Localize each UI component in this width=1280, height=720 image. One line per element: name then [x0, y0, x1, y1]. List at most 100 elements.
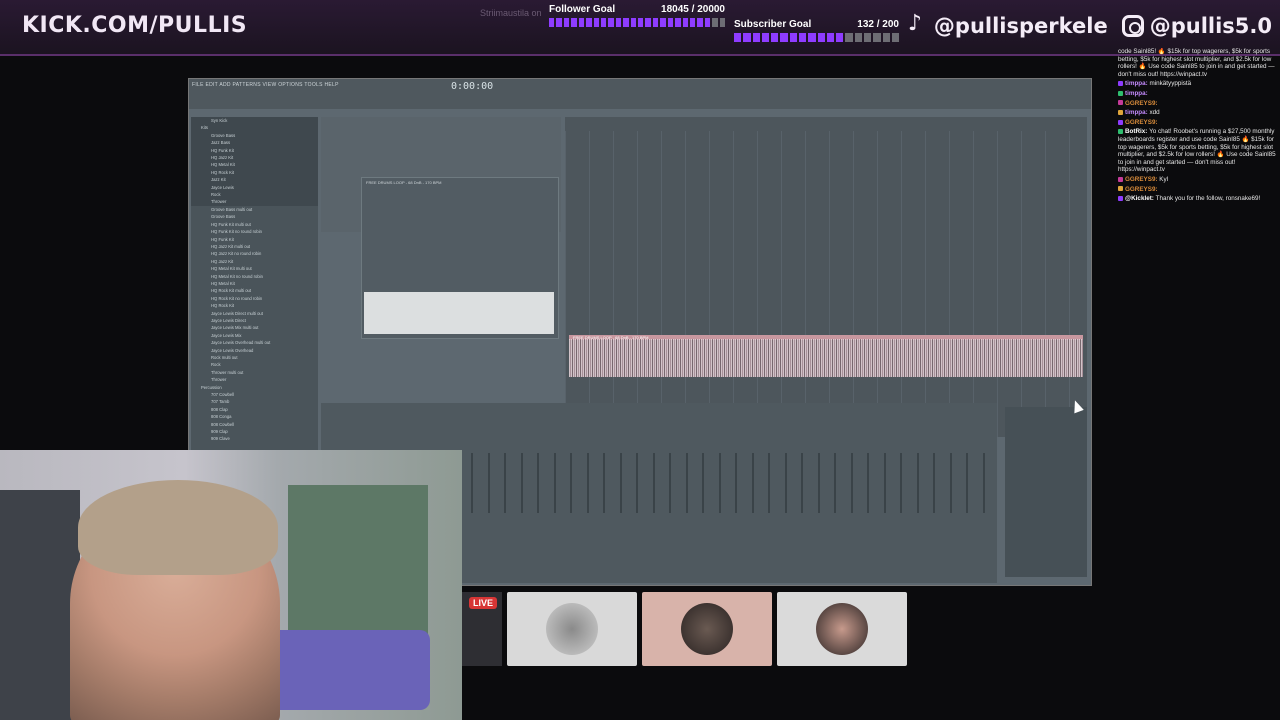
chat-username[interactable]: timppa:	[1125, 90, 1148, 97]
browser-item[interactable]: HQ Metal Kit	[191, 280, 318, 287]
browser-item[interactable]: Thrower multi out	[191, 369, 318, 376]
mixer-channel-strip[interactable]	[553, 453, 556, 513]
daw-browser[interactable]: Syn Kick Kits Groove Bass Jazz Bass HQ Funk …	[191, 117, 318, 489]
browser-item[interactable]: HQ Rock Kit	[191, 168, 318, 177]
mixer-channel-strip[interactable]	[570, 453, 572, 513]
mixer-channel-strip[interactable]	[867, 453, 869, 513]
browser-item[interactable]: Rock	[191, 361, 318, 368]
browser-item[interactable]: Thrower	[191, 376, 318, 383]
mixer-channel-strip[interactable]	[784, 453, 787, 513]
daw-menu-bar[interactable]: FILE EDIT ADD PATTERNS VIEW OPTIONS TOOL…	[192, 82, 339, 88]
mixer-channel-strip[interactable]	[669, 453, 671, 513]
mixer-channel-strip[interactable]	[949, 453, 952, 513]
mixer-channel-strip[interactable]	[751, 453, 754, 513]
browser-item[interactable]: HQ Jazz Kit multi out	[191, 243, 318, 250]
mixer-channel-strip[interactable]	[586, 453, 589, 513]
goal-bar-segment	[615, 18, 622, 27]
browser-item[interactable]: HQ Funk Kit no round robin	[191, 228, 318, 235]
chat-message: GGREYS9: Kyl	[1118, 176, 1276, 184]
browser-item[interactable]: 909 Clave	[191, 435, 318, 442]
mixer-channel-strip[interactable]	[850, 453, 853, 513]
browser-item[interactable]: HQ Metal Kit no round robin	[191, 273, 318, 280]
browser-item[interactable]: HQ Rock Kit no round robin	[191, 295, 318, 302]
daw-toolbar[interactable]: FILE EDIT ADD PATTERNS VIEW OPTIONS TOOL…	[189, 79, 1091, 109]
chat-username[interactable]: GGREYS9:	[1125, 186, 1158, 193]
browser-item[interactable]: Jayce Lewis Overhead multi out	[191, 339, 318, 346]
chat-panel: code Sainl85! 🔥 $15k for top wagerers, $…	[1114, 48, 1280, 278]
browser-item[interactable]: Rock	[191, 191, 318, 199]
browser-item[interactable]: HQ Rock Kit	[191, 302, 318, 309]
mixer-channel-strip[interactable]	[636, 453, 638, 513]
mixer-channel-strip[interactable]	[652, 453, 655, 513]
browser-item[interactable]: HQ Metal Kit multi out	[191, 265, 318, 272]
mixer-channel-strip[interactable]	[537, 453, 539, 513]
mixer-channel-strip[interactable]	[487, 453, 490, 513]
chat-username[interactable]: GGREYS9:	[1125, 119, 1158, 126]
mixer-channel-strip[interactable]	[801, 453, 803, 513]
mixer-channel-strip[interactable]	[735, 453, 737, 513]
mixer-channel-strip[interactable]	[982, 453, 985, 513]
browser-item[interactable]: 808 Cowbell	[191, 421, 318, 428]
chat-username[interactable]: GGREYS9:	[1125, 100, 1158, 107]
playlist-audio-clip[interactable]	[569, 339, 1083, 377]
mixer-channel-strip[interactable]	[900, 453, 902, 513]
chat-username[interactable]: timppa:	[1125, 80, 1150, 87]
browser-item[interactable]: HQ Funk Kit multi out	[191, 221, 318, 228]
browser-item[interactable]: 707 Cowbell	[191, 391, 318, 398]
mixer-channel-strip[interactable]	[619, 453, 622, 513]
browser-item[interactable]: Jazz Bass	[191, 139, 318, 147]
chat-username[interactable]: @Kicklet:	[1125, 195, 1156, 202]
guest-tile-1[interactable]	[507, 592, 637, 666]
mixer-channel-strip[interactable]	[883, 453, 886, 513]
browser-item[interactable]: Rock multi out	[191, 354, 318, 361]
mixer-channel-strip[interactable]	[966, 453, 968, 513]
daw-playlist[interactable]: FREE DRUMS LOOP - 68 DnB - 170 BPM	[565, 117, 1087, 437]
chat-username[interactable]: timppa:	[1125, 109, 1150, 116]
browser-item[interactable]: Jayce Lewis Direct multi out	[191, 310, 318, 317]
browser-item[interactable]: Jazz Kit	[191, 176, 318, 184]
browser-item[interactable]: HQ Funk Kit	[191, 146, 318, 155]
mixer-channel-strip[interactable]	[834, 453, 836, 513]
browser-item[interactable]: Jayce Lewis Mix multi out	[191, 324, 318, 331]
browser-item[interactable]: 707 Tamb	[191, 398, 318, 405]
chat-username[interactable]: GGREYS9:	[1125, 176, 1159, 183]
mixer-channel-strip[interactable]	[471, 453, 473, 513]
browser-item[interactable]: 808 Clap	[191, 406, 318, 413]
browser-item[interactable]: HQ Funk Kit	[191, 236, 318, 243]
mixer-insert-panel[interactable]	[1005, 407, 1087, 577]
guest-tile-2[interactable]	[642, 592, 772, 666]
mixer-channel-strip[interactable]	[685, 453, 688, 513]
chat-username[interactable]: BotRix:	[1125, 128, 1149, 135]
browser-item[interactable]: HQ Jazz Kit no round robin	[191, 250, 318, 257]
browser-item[interactable]: Groove Bass multi out	[191, 206, 318, 213]
browser-item[interactable]: 909 Clap	[191, 428, 318, 435]
mixer-channel-strip[interactable]	[916, 453, 919, 513]
browser-item[interactable]: Thrower	[191, 198, 318, 206]
guest-tile-3[interactable]	[777, 592, 907, 666]
mixer-channel-strip[interactable]	[768, 453, 770, 513]
mixer-channel-strip[interactable]	[702, 453, 704, 513]
mixer-channel-strip[interactable]	[718, 453, 721, 513]
goal-bar-segment	[556, 18, 562, 27]
mixer-channel-strip[interactable]	[817, 453, 820, 513]
browser-item[interactable]: Groove Bass	[191, 213, 318, 220]
browser-item[interactable]: Syn Kick	[191, 117, 318, 125]
browser-item[interactable]: Groove Bass	[191, 131, 318, 140]
browser-item[interactable]: Percussion	[191, 384, 318, 391]
mixer-channel-strip[interactable]	[603, 453, 605, 513]
browser-item[interactable]: 808 Conga	[191, 413, 318, 420]
browser-item[interactable]: Jayce Lewis	[191, 183, 318, 192]
mixer-channel-strip[interactable]	[504, 453, 506, 513]
daw-sampler-window[interactable]: FREE DRUMS LOOP - 68 DnB - 170 BPM	[361, 177, 559, 339]
browser-item[interactable]: Jayce Lewis Direct	[191, 317, 318, 324]
browser-item[interactable]: Jayce Lewis Mix	[191, 332, 318, 339]
mixer-channel-strip[interactable]	[520, 453, 523, 513]
browser-item[interactable]: Kits	[191, 124, 318, 132]
browser-item[interactable]: HQ Rock Kit multi out	[191, 287, 318, 294]
mixer-channel-strip[interactable]	[933, 453, 935, 513]
browser-item[interactable]: HQ Jazz Kit	[191, 154, 318, 162]
browser-item[interactable]: HQ Jazz Kit	[191, 258, 318, 265]
goal-bar-segment	[863, 33, 872, 42]
browser-item[interactable]: Jayce Lewis Overhead	[191, 347, 318, 354]
browser-item[interactable]: HQ Metal Kit	[191, 161, 318, 169]
